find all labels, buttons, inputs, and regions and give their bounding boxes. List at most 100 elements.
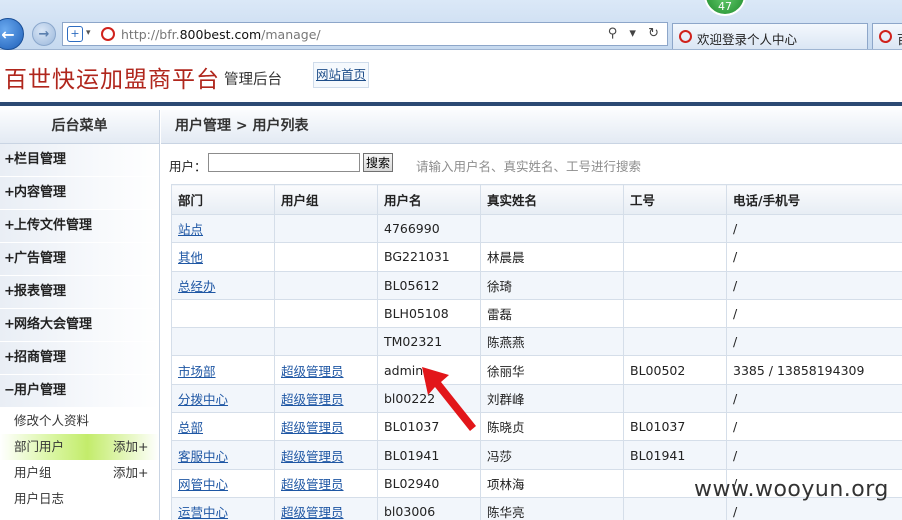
table-row: 其他 BG221031 林晨晨 / bbox=[171, 242, 902, 272]
chevron-down-icon[interactable]: ▾ bbox=[86, 28, 91, 38]
watermark: www.wooyun.org bbox=[694, 477, 889, 502]
table-cell: / bbox=[726, 383, 902, 414]
back-button[interactable]: ← bbox=[0, 18, 24, 50]
user-group-link[interactable]: 超级管理员 bbox=[281, 364, 344, 379]
user-group-link[interactable]: 超级管理员 bbox=[281, 477, 344, 492]
table-cell: / bbox=[726, 242, 902, 272]
department-link[interactable]: 分拨中心 bbox=[178, 392, 228, 407]
menu-item-reports[interactable]: +报表管理 bbox=[0, 276, 159, 309]
table-cell: 陈燕燕 bbox=[480, 327, 624, 357]
table-cell: 市场部 bbox=[171, 355, 275, 385]
search-input[interactable] bbox=[208, 153, 360, 172]
department-link[interactable]: 总经办 bbox=[178, 279, 216, 294]
search-refresh-icons[interactable]: ⚲ ▾ ↻ bbox=[608, 26, 663, 41]
column-header: 用户组 bbox=[274, 184, 378, 215]
menu-item-users[interactable]: −用户管理 bbox=[0, 375, 159, 408]
table-cell: 超级管理员 bbox=[274, 412, 378, 442]
table-cell bbox=[274, 242, 378, 272]
site-header: 百世快运加盟商平台 管理后台 网站首页 bbox=[0, 50, 902, 106]
table-cell: 其他 bbox=[171, 242, 275, 272]
site-subtitle: 管理后台 bbox=[224, 72, 282, 88]
search-button[interactable]: 搜索 bbox=[363, 153, 393, 172]
table-row: 总经办 BL05612 徐琦 / bbox=[171, 270, 902, 300]
department-link[interactable]: 总部 bbox=[178, 420, 203, 435]
forward-button[interactable]: → bbox=[32, 22, 56, 46]
menu-item-uploads[interactable]: +上传文件管理 bbox=[0, 210, 159, 243]
expand-icon: + bbox=[4, 284, 15, 299]
expand-icon: + bbox=[4, 185, 15, 200]
search-hint: 请输入用户名、真实姓名、工号进行搜索 bbox=[416, 159, 642, 174]
table-header-row: 部门 用户组 用户名 真实姓名 工号 电话/手机号 bbox=[171, 184, 902, 215]
security-shield-icon[interactable]: + bbox=[67, 26, 83, 42]
column-header: 电话/手机号 bbox=[726, 184, 902, 215]
table-cell bbox=[623, 298, 727, 329]
sidebar: 后台菜单 +栏目管理 +内容管理 +上传文件管理 +广告管理 +报表管理 +网络… bbox=[0, 110, 160, 520]
table-cell bbox=[623, 242, 727, 272]
column-header: 工号 bbox=[623, 184, 727, 215]
collapse-icon: − bbox=[4, 383, 15, 398]
table-row: BLH05108 雷磊 / bbox=[171, 298, 902, 329]
table-cell: 项林海 bbox=[480, 468, 624, 498]
user-group-link[interactable]: 超级管理员 bbox=[281, 449, 344, 464]
table-cell bbox=[480, 213, 624, 244]
table-cell: 客服中心 bbox=[171, 440, 275, 470]
table-cell: 总经办 bbox=[171, 270, 275, 300]
table-cell: BL01037 bbox=[623, 412, 727, 442]
department-link[interactable]: 站点 bbox=[178, 222, 203, 237]
browser-tab-2[interactable]: 百世 bbox=[872, 23, 902, 49]
column-header: 用户名 bbox=[377, 184, 481, 215]
column-header: 部门 bbox=[171, 184, 275, 215]
table-cell: 超级管理员 bbox=[274, 355, 378, 385]
table-cell bbox=[623, 383, 727, 414]
add-user-group-link[interactable]: 添加+ bbox=[113, 460, 148, 486]
department-link[interactable]: 运营中心 bbox=[178, 505, 228, 520]
table-cell: 雷磊 bbox=[480, 298, 624, 329]
department-link[interactable]: 客服中心 bbox=[178, 449, 228, 464]
table-cell bbox=[274, 327, 378, 357]
table-cell: 超级管理员 bbox=[274, 383, 378, 414]
table-cell: BG221031 bbox=[377, 242, 481, 272]
table-cell: 冯莎 bbox=[480, 440, 624, 470]
department-link[interactable]: 市场部 bbox=[178, 364, 216, 379]
table-cell: BL05612 bbox=[377, 270, 481, 300]
table-cell: 林晨晨 bbox=[480, 242, 624, 272]
table-body: 站点 4766990/其他 BG221031 林晨晨 / 总经办 BL05612 徐琦 / BLH… bbox=[171, 213, 902, 520]
table-row: 总部 超级管理员 BL01037 陈晓贞 BL01037/ bbox=[171, 412, 902, 442]
sub-item-user-log[interactable]: 用户日志 bbox=[0, 486, 159, 512]
table-cell: / bbox=[726, 213, 902, 244]
sidebar-title: 后台菜单 bbox=[0, 110, 159, 144]
add-dept-user-link[interactable]: 添加+ bbox=[113, 434, 148, 460]
sub-item-edit-profile[interactable]: 修改个人资料 bbox=[0, 408, 159, 434]
table-cell: 网管中心 bbox=[171, 468, 275, 498]
user-group-link[interactable]: 超级管理员 bbox=[281, 505, 344, 520]
table-cell: BL01941 bbox=[377, 440, 481, 470]
menu-item-ads[interactable]: +广告管理 bbox=[0, 243, 159, 276]
table-cell: 分拨中心 bbox=[171, 383, 275, 414]
menu-item-content[interactable]: +内容管理 bbox=[0, 177, 159, 210]
expand-icon: + bbox=[4, 218, 15, 233]
table-row: 分拨中心 超级管理员 bl00222 刘群峰 / bbox=[171, 383, 902, 414]
tab-favicon-icon bbox=[679, 30, 692, 43]
menu-item-franchise[interactable]: +招商管理 bbox=[0, 342, 159, 375]
address-bar[interactable]: + ▾ http://bfr.800best.com/manage/ ⚲ ▾ ↻ bbox=[62, 22, 668, 46]
table-cell: / bbox=[726, 412, 902, 442]
user-group-link[interactable]: 超级管理员 bbox=[281, 392, 344, 407]
browser-tab-1[interactable]: 欢迎登录个人中心 bbox=[672, 23, 868, 49]
table-cell: 运营中心 bbox=[171, 496, 275, 520]
user-group-link[interactable]: 超级管理员 bbox=[281, 420, 344, 435]
browser-chrome: ← → + ▾ http://bfr.800best.com/manage/ ⚲… bbox=[0, 0, 902, 50]
search-label: 用户： bbox=[169, 159, 207, 174]
table-cell bbox=[171, 298, 275, 329]
notification-badge[interactable]: 47 bbox=[704, 0, 746, 16]
department-link[interactable]: 其他 bbox=[178, 250, 203, 265]
home-link[interactable]: 网站首页 bbox=[313, 62, 369, 88]
table-cell: 陈晓贞 bbox=[480, 412, 624, 442]
table-cell bbox=[274, 298, 378, 329]
menu-item-conference[interactable]: +网络大会管理 bbox=[0, 309, 159, 342]
menu-item-columns[interactable]: +栏目管理 bbox=[0, 144, 159, 177]
sub-item-dept-users[interactable]: 部门用户 添加+ bbox=[0, 434, 159, 460]
sub-item-user-groups[interactable]: 用户组 添加+ bbox=[0, 460, 159, 486]
department-link[interactable]: 网管中心 bbox=[178, 477, 228, 492]
address-url[interactable]: http://bfr.800best.com/manage/ bbox=[121, 27, 321, 42]
expand-icon: + bbox=[4, 251, 15, 266]
